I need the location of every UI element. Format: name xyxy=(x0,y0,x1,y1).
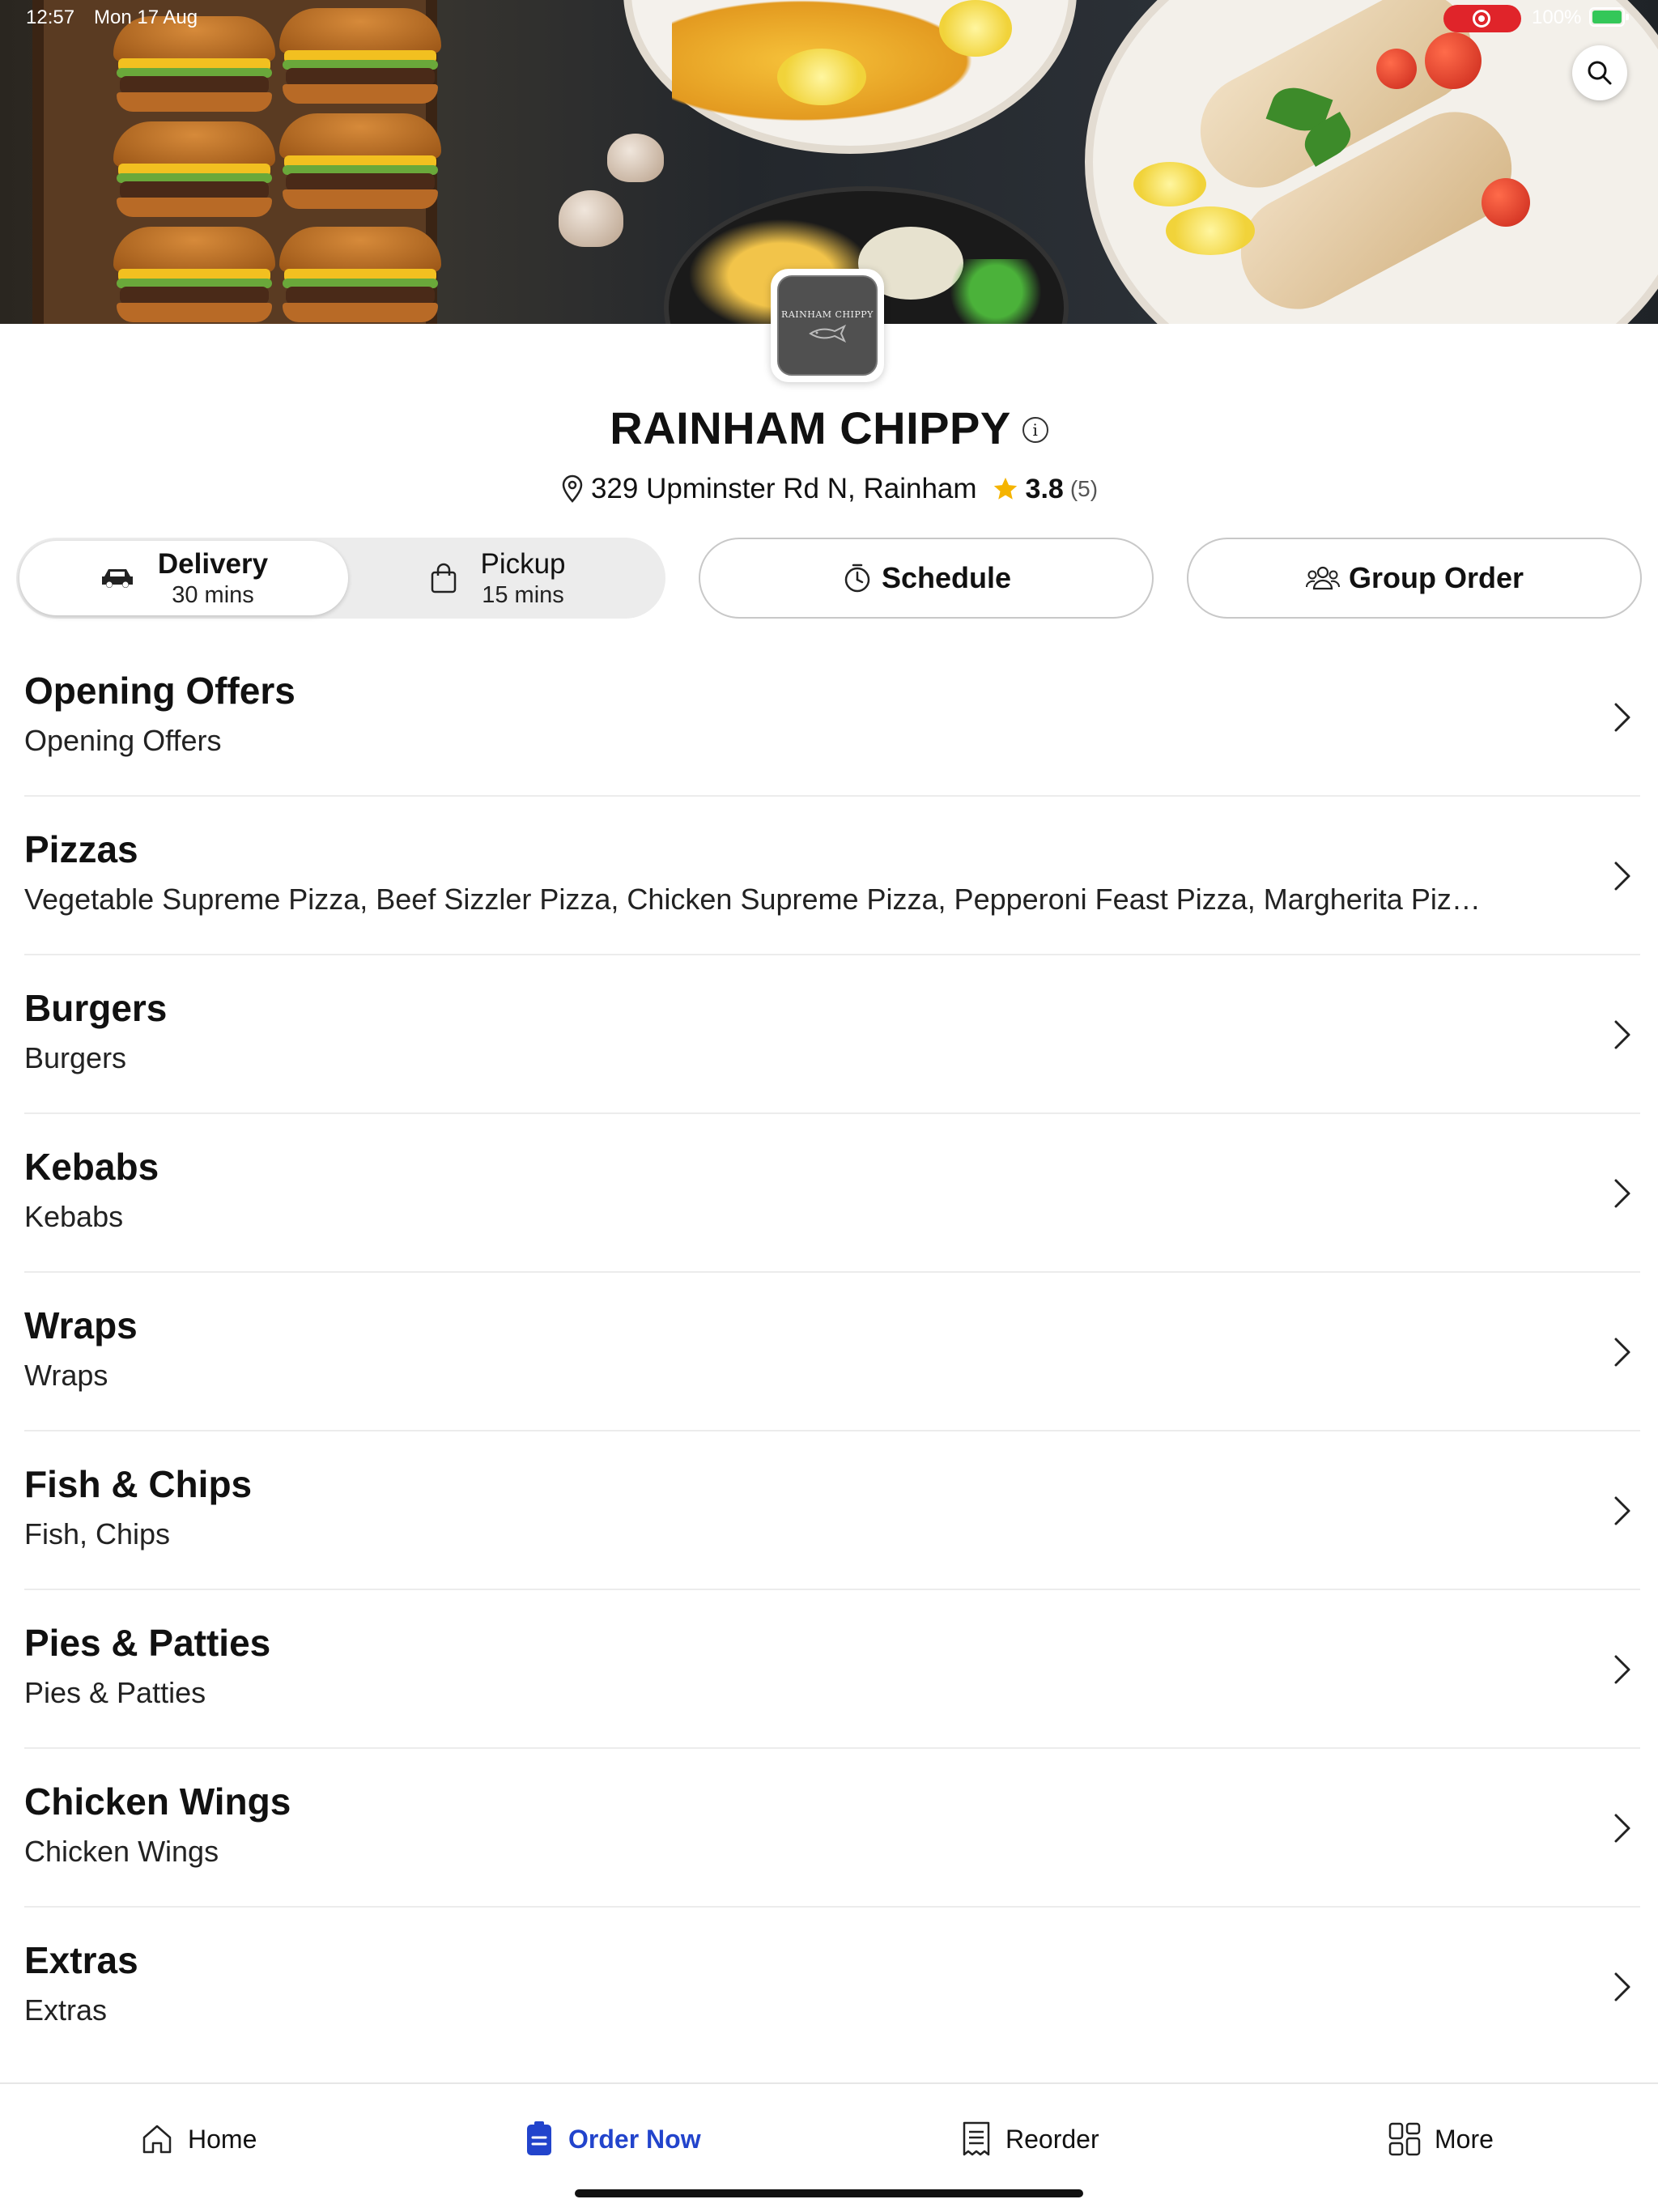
record-icon xyxy=(1473,10,1490,28)
category-row-wraps[interactable]: Wraps Wraps xyxy=(24,1273,1640,1431)
category-items: Opening Offers xyxy=(24,724,222,757)
tab-order-now[interactable]: Order Now xyxy=(523,2115,701,2163)
mushroom xyxy=(607,134,664,182)
lemon-wedge xyxy=(1133,162,1206,206)
mushroom xyxy=(559,190,623,247)
category-items: Kebabs xyxy=(24,1200,124,1233)
category-row-extras[interactable]: Extras Extras xyxy=(24,1908,1640,2066)
timer-icon xyxy=(844,564,870,593)
category-name: Pizzas xyxy=(24,828,138,870)
tomato xyxy=(1482,178,1530,227)
category-name: Pies & Patties xyxy=(24,1622,271,1664)
rating-count: (5) xyxy=(1069,476,1099,501)
battery-percentage: 100% xyxy=(1532,6,1582,28)
search-icon xyxy=(1588,61,1612,85)
group-order-label: Group Order xyxy=(1348,561,1524,594)
order-mode-toggle: Delivery 30 mins Pickup 15 mins xyxy=(16,538,665,619)
category-items: Chicken Wings xyxy=(24,1835,219,1868)
pickup-time: 15 mins xyxy=(482,581,564,608)
chevron-right-icon xyxy=(1614,1814,1630,1843)
rating-value: 3.8 xyxy=(1025,473,1064,504)
burger-illustration xyxy=(113,227,275,324)
category-items: Pies & Patties xyxy=(24,1676,206,1709)
location-pin-icon xyxy=(562,474,583,503)
category-name: Extras xyxy=(24,1939,138,1981)
chevron-right-icon xyxy=(1614,1655,1630,1684)
category-name: Opening Offers xyxy=(24,670,295,712)
category-name: Chicken Wings xyxy=(24,1780,291,1823)
tab-more-label: More xyxy=(1435,2124,1494,2154)
tab-more[interactable]: More xyxy=(1388,2115,1494,2163)
chevron-right-icon xyxy=(1614,861,1630,891)
menu-category-list: Opening Offers Opening Offers Pizzas Veg… xyxy=(0,638,1658,2066)
schedule-button[interactable]: Schedule xyxy=(699,538,1154,619)
home-indicator[interactable] xyxy=(575,2189,1083,2197)
receipt-icon xyxy=(963,2121,990,2156)
category-name: Fish & Chips xyxy=(24,1463,253,1505)
category-items: Fish, Chips xyxy=(24,1517,171,1551)
info-icon[interactable]: i xyxy=(1022,416,1048,443)
pickup-option[interactable]: Pickup 15 mins xyxy=(334,541,662,615)
home-icon xyxy=(142,2125,172,2154)
logo-text: RAINHAM CHIPPY xyxy=(781,308,874,320)
category-row-fish-and-chips[interactable]: Fish & Chips Fish, Chips xyxy=(24,1431,1640,1590)
burger-illustration xyxy=(279,113,441,211)
tab-reorder-label: Reorder xyxy=(1005,2124,1099,2154)
lemon-wedge xyxy=(1166,206,1255,255)
tab-reorder[interactable]: Reorder xyxy=(960,2115,1099,2163)
burger-illustration xyxy=(279,227,441,324)
chevron-right-icon xyxy=(1614,703,1630,732)
status-date: Mon 17 Aug xyxy=(94,6,198,28)
burger-illustration xyxy=(113,16,275,113)
chevron-right-icon xyxy=(1614,1972,1630,2001)
category-items: Vegetable Supreme Pizza, Beef Sizzler Pi… xyxy=(24,883,1481,916)
category-row-pizzas[interactable]: Pizzas Vegetable Supreme Pizza, Beef Siz… xyxy=(24,797,1640,955)
battery-icon xyxy=(1589,7,1629,27)
order-icon xyxy=(527,2121,551,2155)
restaurant-address: 329 Upminster Rd N, Rainham xyxy=(590,473,977,504)
delivery-option[interactable]: Delivery 30 mins xyxy=(19,541,348,615)
chevron-right-icon xyxy=(1614,1496,1630,1525)
delivery-time: 30 mins xyxy=(172,581,254,608)
tomato xyxy=(1425,32,1482,89)
category-row-pies-and-patties[interactable]: Pies & Patties Pies & Patties xyxy=(24,1590,1640,1749)
chevron-right-icon xyxy=(1614,1020,1630,1049)
burger-illustration xyxy=(113,121,275,219)
chevron-right-icon xyxy=(1614,1179,1630,1208)
category-row-kebabs[interactable]: Kebabs Kebabs xyxy=(24,1114,1640,1273)
grid-icon xyxy=(1388,2122,1421,2156)
restaurant-logo: RAINHAM CHIPPY xyxy=(771,269,884,382)
fish-icon xyxy=(809,324,846,342)
lemon-slice xyxy=(777,49,866,105)
lemon-slice xyxy=(939,0,1012,57)
burger-illustration xyxy=(279,8,441,105)
category-items: Extras xyxy=(24,1993,108,2027)
pickup-label: Pickup xyxy=(480,547,566,580)
category-row-opening-offers[interactable]: Opening Offers Opening Offers xyxy=(24,638,1640,797)
group-order-button[interactable]: Group Order xyxy=(1187,538,1642,619)
category-items: Wraps xyxy=(24,1359,108,1392)
delivery-label: Delivery xyxy=(157,547,269,580)
category-name: Kebabs xyxy=(24,1146,159,1188)
category-row-burgers[interactable]: Burgers Burgers xyxy=(24,955,1640,1114)
peas xyxy=(939,259,1052,324)
chevron-right-icon xyxy=(1614,1338,1630,1367)
tomato xyxy=(1376,49,1417,89)
category-name: Wraps xyxy=(24,1304,138,1346)
schedule-label: Schedule xyxy=(881,561,1012,594)
category-name: Burgers xyxy=(24,987,168,1029)
category-row-chicken-wings[interactable]: Chicken Wings Chicken Wings xyxy=(24,1749,1640,1908)
category-items: Burgers xyxy=(24,1041,127,1074)
group-icon xyxy=(1305,566,1340,590)
star-icon xyxy=(993,477,1017,500)
shopping-bag-icon xyxy=(432,563,457,593)
car-icon xyxy=(101,569,133,588)
tab-home[interactable]: Home xyxy=(139,2115,257,2163)
tab-order-now-label: Order Now xyxy=(568,2124,701,2154)
tab-home-label: Home xyxy=(188,2124,257,2154)
restaurant-name: RAINHAM CHIPPY xyxy=(610,402,1011,453)
status-time: 12:57 xyxy=(26,6,75,28)
search-button[interactable] xyxy=(1572,45,1627,100)
